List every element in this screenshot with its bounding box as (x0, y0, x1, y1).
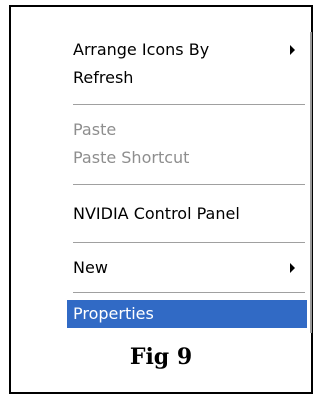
menu-item-refresh[interactable]: Refresh (67, 64, 307, 92)
menu-item-label: Refresh (73, 68, 134, 87)
submenu-arrow-icon (290, 263, 295, 273)
menu-item-properties[interactable]: Properties (67, 300, 307, 328)
figure-caption: Fig 9 (129, 344, 193, 370)
menu-separator (73, 292, 305, 293)
menu-separator (73, 184, 305, 185)
menu-item-label: Properties (73, 304, 154, 323)
menu-item-arrange-icons-by[interactable]: Arrange Icons By (67, 36, 307, 64)
menu-shadow (310, 32, 312, 333)
menu-separator (73, 242, 305, 243)
menu-item-label: NVIDIA Control Panel (73, 204, 240, 223)
menu-item-label: New (73, 258, 108, 277)
menu-item-paste-shortcut: Paste Shortcut (67, 144, 307, 172)
menu-item-paste: Paste (67, 116, 307, 144)
menu-item-nvidia-control-panel[interactable]: NVIDIA Control Panel (67, 200, 307, 228)
menu-item-label: Paste (73, 120, 117, 139)
figure-frame: Arrange Icons By Refresh Paste Paste Sho… (9, 5, 313, 394)
menu-item-new[interactable]: New (67, 254, 307, 282)
menu-item-label: Arrange Icons By (73, 40, 210, 59)
menu-separator (73, 104, 305, 105)
submenu-arrow-icon (290, 45, 295, 55)
context-menu: Arrange Icons By Refresh Paste Paste Sho… (51, 32, 312, 333)
menu-item-label: Paste Shortcut (73, 148, 190, 167)
